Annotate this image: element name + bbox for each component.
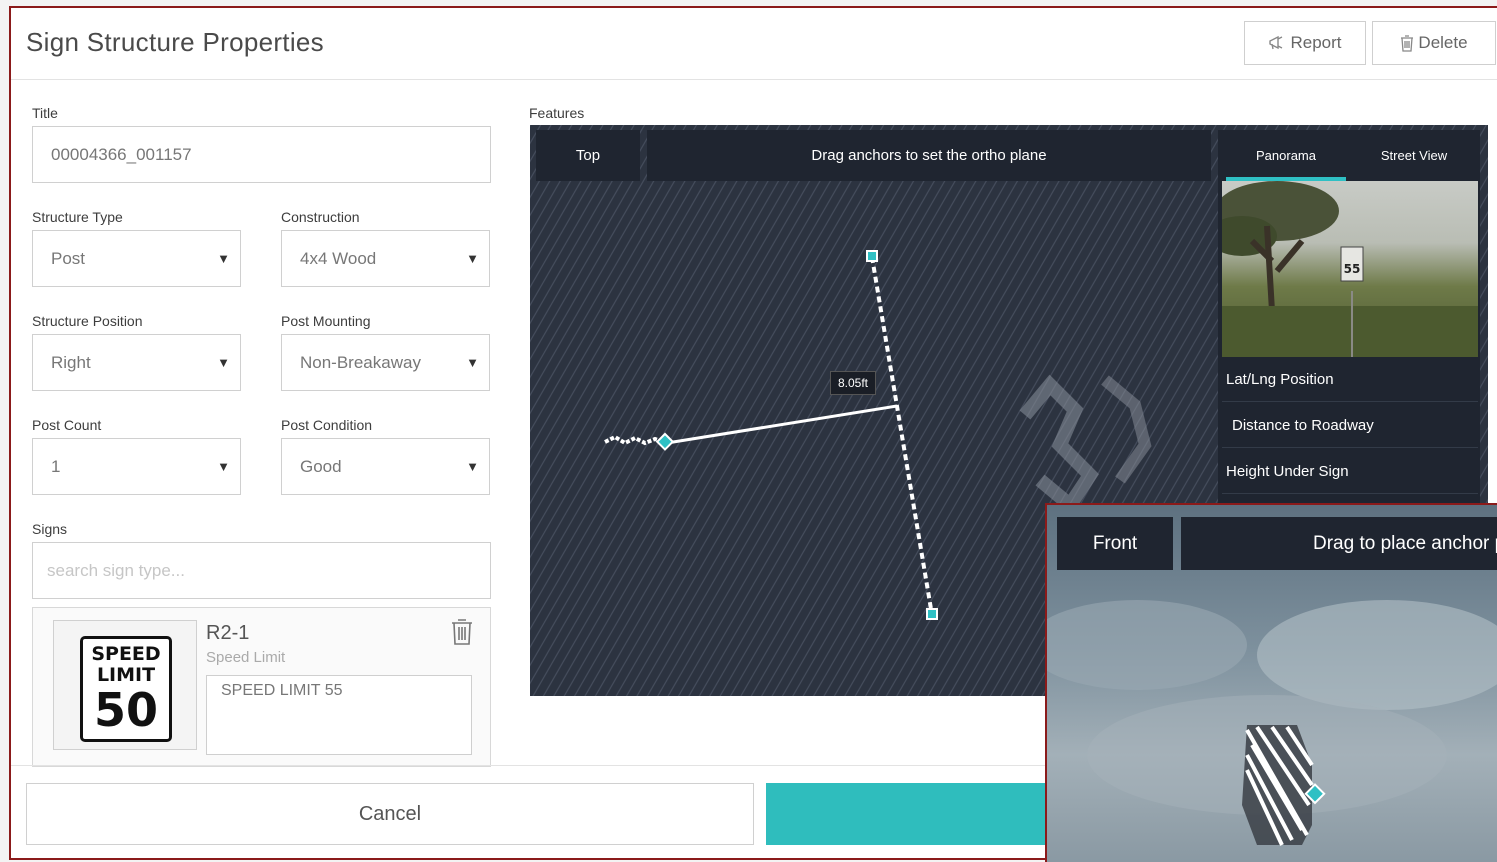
cancel-button[interactable]: Cancel	[26, 783, 754, 845]
post-count-label: Post Count	[32, 417, 102, 433]
tab-street-view[interactable]: Street View	[1350, 130, 1478, 181]
construction-select[interactable]: 4x4 Wood	[281, 230, 490, 287]
roadside-scene-image: 55	[1222, 181, 1478, 357]
megaphone-icon	[1269, 35, 1283, 50]
title-input[interactable]: 00004366_001157	[32, 126, 491, 183]
dialog-header: Sign Structure Properties Report Delete	[11, 8, 1497, 80]
signs-label: Signs	[32, 521, 68, 537]
sign-text-input[interactable]: SPEED LIMIT 55	[206, 675, 472, 755]
sign-list-item: SPEED LIMIT 50 R2-1 Speed Limit SPEED LI…	[32, 607, 491, 767]
row-distance-to-roadway[interactable]: Distance to Roadway	[1222, 403, 1478, 448]
side-panel: Panorama Street View 55 Lat/Lng Position…	[1218, 130, 1480, 510]
post-condition-select[interactable]: Good	[281, 438, 490, 495]
post-mounting-select[interactable]: Non-Breakaway	[281, 334, 490, 391]
sign-thumbnail: SPEED LIMIT 50	[53, 620, 197, 750]
sign-code: R2-1	[206, 622, 250, 644]
row-lat-lng-position[interactable]: Lat/Lng Position	[1222, 357, 1478, 402]
front-view-viewer[interactable]: Front Drag to place anchor p	[1045, 503, 1497, 862]
tab-front[interactable]: Front	[1057, 517, 1173, 570]
distance-measurement: 8.05ft	[830, 371, 876, 395]
post-condition-label: Post Condition	[281, 417, 373, 433]
anchor-handle-left[interactable]	[655, 432, 675, 451]
remove-sign-trash-icon[interactable]	[450, 618, 474, 646]
anchor-handle-bottom[interactable]	[926, 608, 938, 620]
delete-label: Delete	[1418, 33, 1468, 52]
post-count-select[interactable]: 1	[32, 438, 241, 495]
structure-type-select[interactable]: Post	[32, 230, 241, 287]
report-button[interactable]: Report	[1244, 21, 1366, 65]
sign-point-cloud	[1242, 725, 1314, 846]
report-label: Report	[1290, 33, 1342, 52]
photo-sign-number: 55	[1344, 262, 1361, 276]
tab-panorama[interactable]: Panorama	[1222, 130, 1350, 181]
structure-position-label: Structure Position	[32, 313, 143, 329]
features-label: Features	[529, 105, 585, 121]
sign-search-input[interactable]: search sign type...	[32, 542, 491, 599]
row-height-under-sign[interactable]: Height Under Sign	[1222, 449, 1478, 494]
dialog-title: Sign Structure Properties	[26, 27, 324, 57]
trash-icon	[1401, 34, 1414, 52]
structure-type-label: Structure Type	[32, 209, 123, 225]
speed-limit-sign-image: SPEED LIMIT 50	[80, 636, 172, 742]
construction-label: Construction	[281, 209, 360, 225]
structure-position-select[interactable]: Right	[32, 334, 241, 391]
delete-button[interactable]: Delete	[1372, 21, 1496, 65]
post-mounting-label: Post Mounting	[281, 313, 371, 329]
sign-name: Speed Limit	[206, 649, 286, 666]
title-label: Title	[32, 105, 58, 121]
panorama-photo[interactable]: 55	[1222, 181, 1478, 357]
anchor-handle-top[interactable]	[866, 250, 878, 262]
front-instruction-banner: Drag to place anchor p	[1181, 517, 1497, 570]
